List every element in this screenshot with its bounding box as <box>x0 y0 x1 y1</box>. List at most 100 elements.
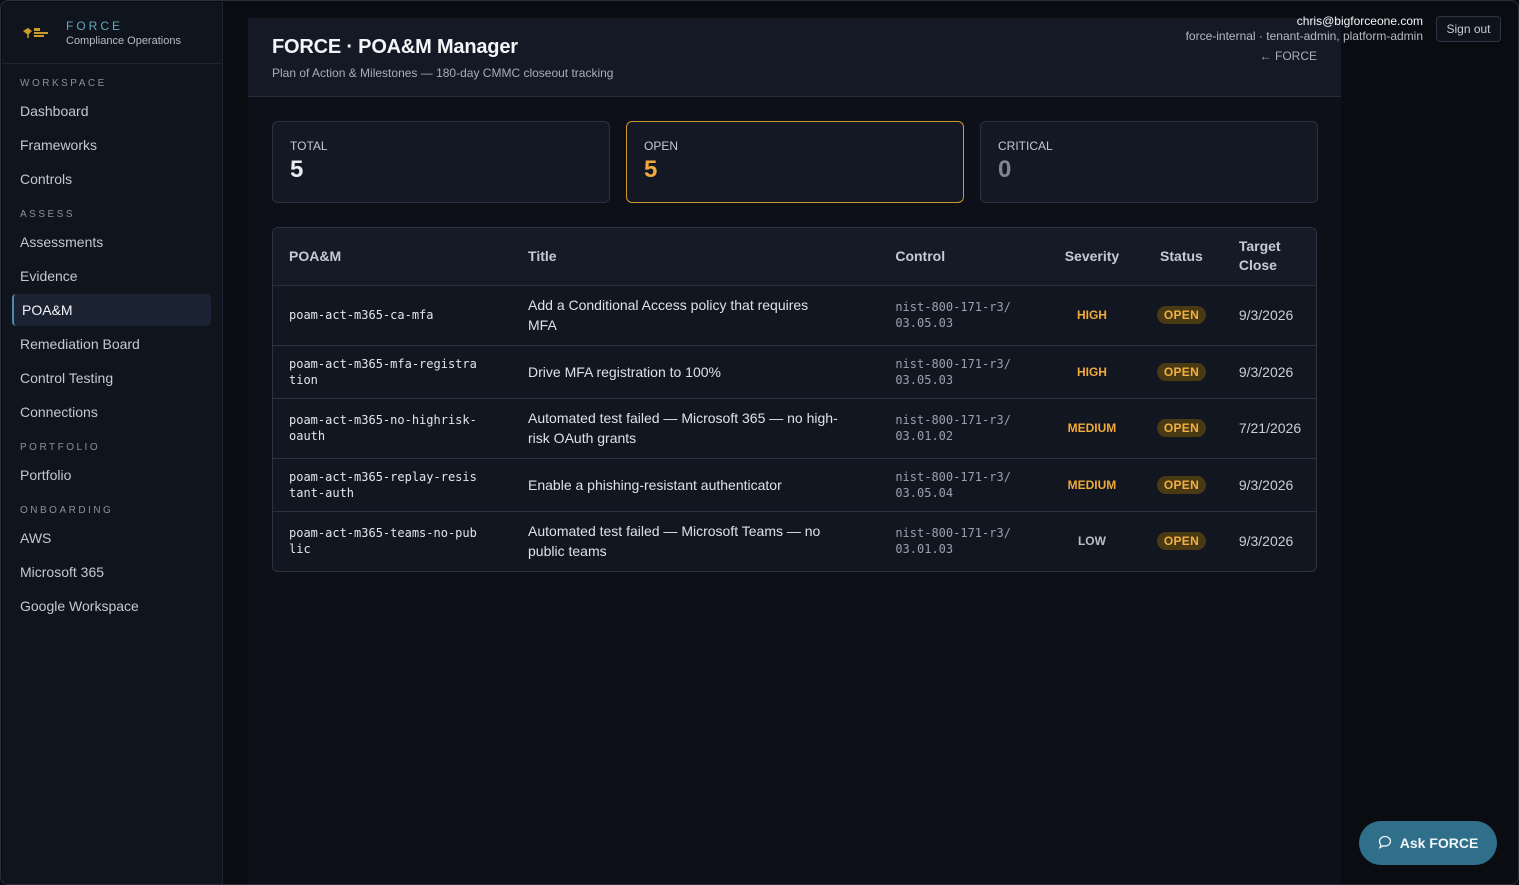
user-roles: force-internal · tenant-admin, platform-… <box>1185 29 1423 43</box>
table-row[interactable]: poam-act-m365-no-highrisk-oauth Automated… <box>273 398 1316 458</box>
sidebar-item-dashboard[interactable]: Dashboard <box>12 95 211 127</box>
window-edge <box>1515 1 1518 884</box>
stat-cards: TOTAL 5 OPEN 5 CRITICAL 0 <box>272 121 1318 203</box>
sidebar-item-remediation-board[interactable]: Remediation Board <box>12 328 211 360</box>
sidebar-item-google-workspace[interactable]: Google Workspace <box>12 590 211 622</box>
stat-value-critical: 0 <box>998 156 1012 183</box>
back-to-force-link[interactable]: ← FORCE <box>1260 49 1317 63</box>
table-row[interactable]: poam-act-m365-replay-resistant-auth Enabl… <box>273 458 1316 511</box>
col-header-target-close[interactable]: Target Close <box>1223 228 1316 285</box>
table-body: poam-act-m365-ca-mfa Add a Conditional Ac… <box>273 285 1316 571</box>
stat-label-total: TOTAL <box>290 139 328 153</box>
poam-id[interactable]: poam-act-m365-ca-mfa <box>273 285 512 345</box>
target-close-date: 7/21/2026 <box>1238 420 1302 436</box>
sidebar-item-connections[interactable]: Connections <box>12 396 211 428</box>
severity-label: HIGH <box>1076 308 1107 322</box>
force-logo-icon <box>20 22 58 44</box>
sidebar-item-portfolio[interactable]: Portfolio <box>12 459 211 491</box>
status-cell: OPEN <box>1140 458 1223 511</box>
main-content: FORCE · POA&M Manager Plan of Action & M… <box>248 18 1341 884</box>
stat-card-total: TOTAL 5 <box>272 121 610 203</box>
ask-force-label: Ask FORCE <box>1399 835 1479 851</box>
stat-label-critical: CRITICAL <box>998 139 1053 153</box>
user-email: chris@bigforceone.com <box>1296 14 1423 28</box>
stat-card-critical: CRITICAL 0 <box>980 121 1318 203</box>
sidebar-item-frameworks[interactable]: Frameworks <box>12 129 211 161</box>
ask-force-button[interactable]: Ask FORCE <box>1359 821 1497 865</box>
page-title: FORCE · POA&M Manager <box>272 36 518 58</box>
table-row[interactable]: poam-act-m365-teams-no-public Automated t… <box>273 511 1316 571</box>
status-badge: OPEN <box>1156 419 1207 437</box>
severity-label: MEDIUM <box>1067 421 1117 435</box>
poam-id[interactable]: poam-act-m365-replay-resistant-auth <box>273 458 512 511</box>
chat-bubble-icon <box>1378 835 1392 852</box>
severity-label: LOW <box>1077 534 1106 549</box>
stat-value-open: 5 <box>644 156 658 183</box>
stat-card-open: OPEN 5 <box>626 121 964 203</box>
nav-group-portfolio: PORTFOLIO Portfolio <box>2 442 222 491</box>
brand-name: FORCE <box>66 18 123 33</box>
app-window: FORCE Compliance Operations WORKSPACE Das… <box>0 0 1519 885</box>
poam-table-container: POA&M Title Control Severity Status Targ… <box>272 227 1317 572</box>
target-close-date: 9/3/2026 <box>1238 476 1294 493</box>
stat-label-open: OPEN <box>644 139 679 153</box>
status-cell: OPEN <box>1140 511 1223 571</box>
sidebar-item-evidence[interactable]: Evidence <box>12 260 211 292</box>
poam-id[interactable]: poam-act-m365-mfa-registration <box>273 345 512 398</box>
brand-subtitle: Compliance Operations <box>66 34 181 47</box>
status-badge: OPEN <box>1156 532 1207 551</box>
col-header-poam[interactable]: POA&M <box>273 228 512 285</box>
severity-label: MEDIUM <box>1067 477 1117 492</box>
sidebar-item-control-testing[interactable]: Control Testing <box>12 362 211 394</box>
status-cell: OPEN <box>1140 345 1223 398</box>
table-row[interactable]: poam-act-m365-mfa-registration Drive MFA … <box>273 345 1316 398</box>
brand[interactable]: FORCE Compliance Operations <box>2 2 222 64</box>
page-header: FORCE · POA&M Manager Plan of Action & M… <box>248 18 1341 97</box>
control-id: nist-800-171-r3/03.05.04 <box>895 469 1011 500</box>
col-header-title[interactable]: Title <box>512 228 879 285</box>
poam-title: Drive MFA registration to 100% <box>528 363 721 380</box>
nav-section-label: WORKSPACE <box>20 78 107 89</box>
user-info: chris@bigforceone.com force-internal · t… <box>1186 14 1423 43</box>
control-id: nist-800-171-r3/03.05.03 <box>895 300 1011 330</box>
sidebar-item-poa-m[interactable]: POA&M <box>12 294 211 326</box>
sidebar-item-controls[interactable]: Controls <box>12 163 211 195</box>
poam-id[interactable]: poam-act-m365-no-highrisk-oauth <box>273 398 512 458</box>
page-subtitle: Plan of Action & Milestones — 180-day CM… <box>272 66 614 80</box>
table-row[interactable]: poam-act-m365-ca-mfa Add a Conditional Ac… <box>273 285 1316 345</box>
nav-group-workspace: WORKSPACE Dashboard Frameworks Controls <box>2 78 222 195</box>
severity-label: HIGH <box>1076 364 1107 379</box>
poam-title: Automated test failed — Microsoft Teams … <box>528 523 821 560</box>
target-close-date: 9/3/2026 <box>1238 533 1294 550</box>
sidebar-item-assessments[interactable]: Assessments <box>12 226 211 258</box>
sidebar: FORCE Compliance Operations WORKSPACE Das… <box>2 2 223 884</box>
col-header-status[interactable]: Status <box>1140 228 1223 285</box>
poam-title: Enable a phishing-resistant authenticato… <box>528 476 782 493</box>
poam-id[interactable]: poam-act-m365-teams-no-public <box>273 511 512 571</box>
status-cell: OPEN <box>1140 285 1223 345</box>
sidebar-nav: WORKSPACE Dashboard Frameworks Controls ASSE… <box>2 64 222 622</box>
poam-table: POA&M Title Control Severity Status Targ… <box>273 228 1316 571</box>
table-header-row: POA&M Title Control Severity Status Targ… <box>273 228 1316 285</box>
status-badge: OPEN <box>1156 362 1207 381</box>
status-badge: OPEN <box>1156 475 1207 494</box>
col-header-severity[interactable]: Severity <box>1044 228 1140 285</box>
control-id: nist-800-171-r3/03.05.03 <box>895 356 1011 387</box>
control-id: nist-800-171-r3/03.01.03 <box>895 526 1011 557</box>
nav-group-onboarding: ONBOARDING AWS Microsoft 365 Google Workspa… <box>2 505 222 622</box>
status-cell: OPEN <box>1140 398 1223 458</box>
poam-title: Automated test failed — Microsoft 365 — … <box>528 410 838 446</box>
status-badge: OPEN <box>1156 306 1207 324</box>
nav-section-label: PORTFOLIO <box>20 442 101 453</box>
sidebar-item-aws[interactable]: AWS <box>12 522 211 554</box>
target-close-date: 9/3/2026 <box>1238 307 1294 323</box>
sidebar-item-microsoft-365[interactable]: Microsoft 365 <box>12 556 211 588</box>
nav-section-label: ASSESS <box>20 209 76 220</box>
nav-section-label: ONBOARDING <box>20 505 114 516</box>
poam-title: Add a Conditional Access policy that req… <box>528 297 809 333</box>
nav-group-assess: ASSESS Assessments Evidence POA&M Remediatio… <box>2 209 222 428</box>
target-close-date: 9/3/2026 <box>1238 363 1294 380</box>
stat-value-total: 5 <box>290 156 304 183</box>
col-header-control[interactable]: Control <box>879 228 1044 285</box>
sign-out-button[interactable]: Sign out <box>1436 16 1501 42</box>
